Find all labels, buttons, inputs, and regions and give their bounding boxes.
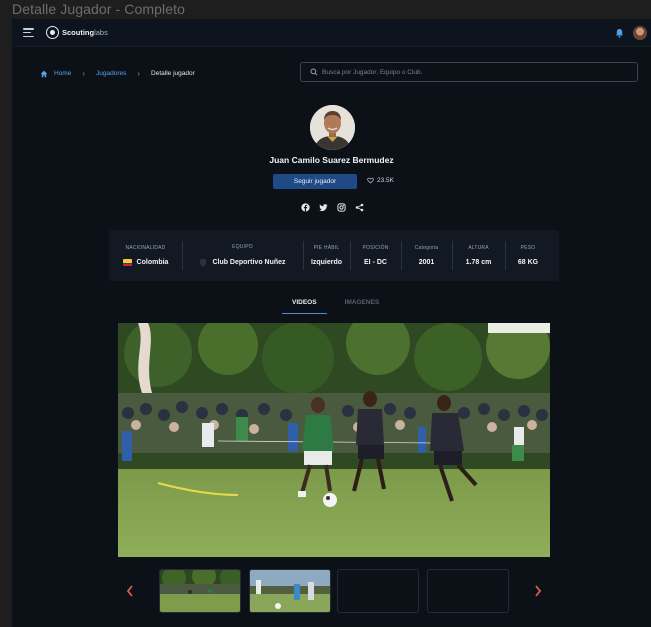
top-navbar: Scoutinglabs [12, 19, 651, 47]
main-media-image[interactable] [118, 323, 550, 557]
instagram-icon[interactable] [337, 199, 346, 212]
chevron-right-icon: › [82, 69, 86, 78]
bell-icon[interactable] [615, 28, 624, 38]
stat-position: POSICIÓN EI - DC [350, 230, 401, 281]
stat-value: Club Deportivo Nuñez [199, 258, 286, 267]
stat-team: EQUIPO Club Deportivo Nuñez [182, 230, 303, 281]
stat-weight: PESO 68 KG [505, 230, 551, 281]
stat-value: 1.78 cm [465, 259, 492, 266]
player-photo [310, 105, 355, 150]
carousel-prev-icon[interactable] [125, 584, 135, 598]
logo[interactable]: Scoutinglabs [46, 26, 108, 39]
stat-height: ALTURA 1.78 cm [452, 230, 505, 281]
media-tabs: VIDEOS IMAGENES [282, 295, 389, 314]
search-input[interactable] [322, 68, 622, 76]
stat-label: PESO [520, 245, 536, 251]
logo-mark-icon [46, 26, 59, 39]
team-crest-icon [200, 258, 207, 267]
player-stats-card: NACIONALIDAD Colombia EQUIPO Club Deport… [109, 230, 559, 281]
media-thumbnail[interactable] [337, 569, 419, 613]
search-icon [310, 68, 318, 76]
chevron-right-icon: › [137, 69, 141, 78]
breadcrumb-players-link[interactable]: Jugadores [96, 70, 126, 77]
window-title: Detalle Jugador - Completo [12, 1, 186, 17]
stat-nationality: NACIONALIDAD Colombia [109, 230, 182, 281]
stat-label: EQUIPO [232, 244, 253, 250]
stat-value: EI - DC [364, 259, 387, 266]
search-box[interactable] [300, 62, 638, 82]
stat-label: PIE HÁBIL [313, 245, 340, 251]
social-links [301, 199, 364, 212]
media-thumbnail[interactable] [249, 569, 331, 613]
logo-text-bold: Scouting [62, 28, 95, 37]
heart-icon [367, 177, 374, 184]
stat-foot: PIE HÁBIL Izquierdo [303, 230, 350, 281]
facebook-icon[interactable] [301, 199, 310, 212]
stat-value-text: Club Deportivo Nuñez [212, 259, 286, 266]
logo-text: Scoutinglabs [62, 28, 108, 37]
user-avatar[interactable] [633, 26, 647, 40]
stat-label: NACIONALIDAD [125, 245, 166, 251]
stat-category: Categoria 2001 [401, 230, 452, 281]
breadcrumb-current: Detalle jugador [151, 70, 195, 77]
menu-icon[interactable] [23, 28, 34, 38]
tab-videos[interactable]: VIDEOS [282, 295, 327, 314]
colombia-flag-icon [122, 259, 132, 266]
media-thumbnail[interactable] [159, 569, 241, 613]
stat-value: 2001 [418, 259, 435, 266]
follow-player-button[interactable]: Seguir jugador [273, 174, 357, 189]
stat-value-text: Colombia [136, 259, 169, 266]
home-icon[interactable] [40, 70, 48, 78]
stat-label: ALTURA [468, 245, 489, 251]
twitter-icon[interactable] [319, 199, 328, 212]
media-thumbnail[interactable] [427, 569, 509, 613]
share-icon[interactable] [355, 199, 364, 212]
likes-count: 23.5K [377, 177, 394, 184]
stat-value: Colombia [122, 259, 169, 266]
likes-counter[interactable]: 23.5K [367, 177, 394, 184]
stat-label: POSICIÓN [362, 245, 389, 251]
breadcrumb-home-link[interactable]: Home [54, 70, 71, 77]
logo-text-light: labs [94, 28, 108, 37]
player-name: Juan Camilo Suarez Bermudez [269, 155, 394, 165]
app-window: Scoutinglabs Home › Jugadores › Detalle … [12, 19, 651, 627]
tab-images[interactable]: IMAGENES [335, 295, 390, 314]
stat-value: Izquierdo [310, 259, 343, 266]
stat-value: 68 KG [517, 259, 539, 266]
stat-label: Categoria [414, 245, 439, 251]
carousel-next-icon[interactable] [533, 584, 543, 598]
breadcrumb: Home › Jugadores › Detalle jugador [40, 69, 195, 78]
